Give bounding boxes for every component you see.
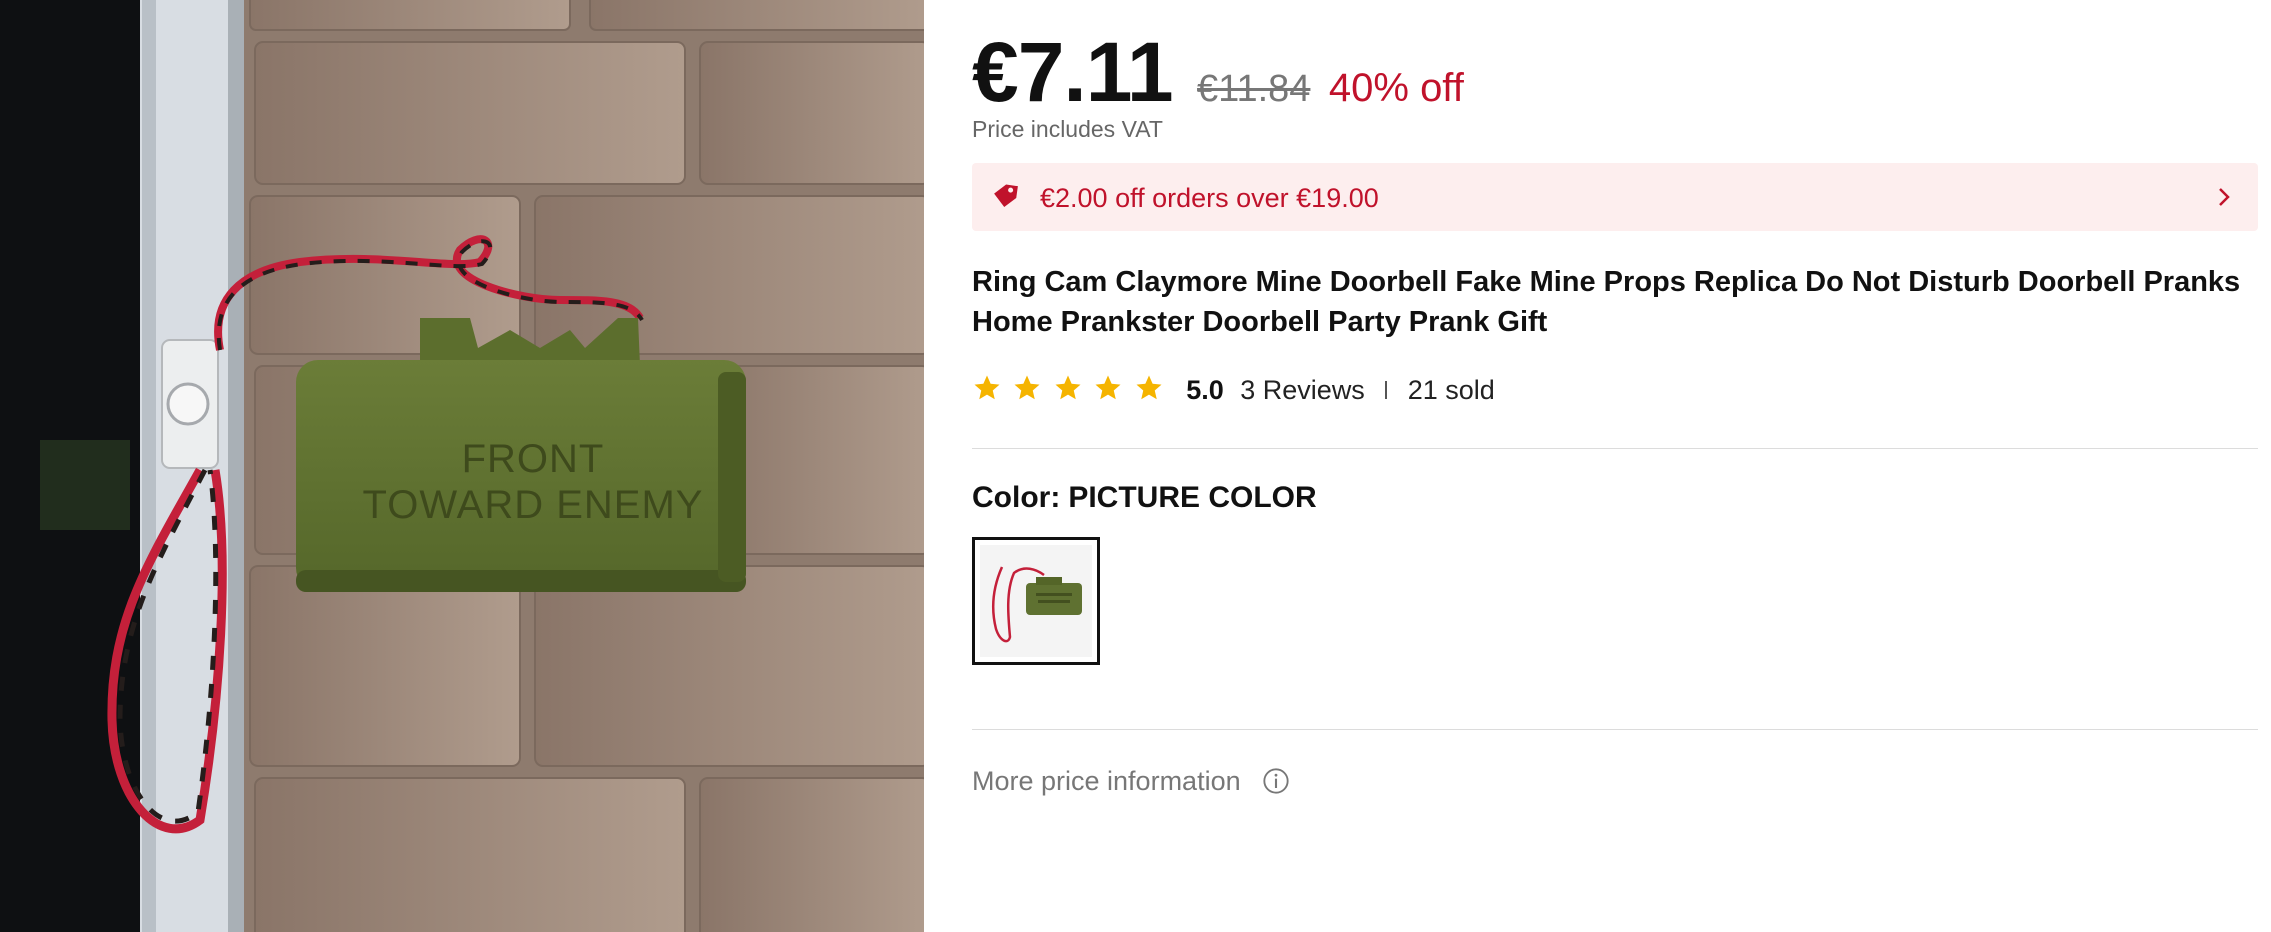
more-price-info-label: More price information bbox=[972, 766, 1241, 796]
promo-banner[interactable]: €2.00 off orders over €19.00 bbox=[972, 163, 2258, 231]
star-icon bbox=[974, 375, 1000, 400]
original-price: €11.84 bbox=[1197, 68, 1311, 110]
star-icon bbox=[1014, 375, 1040, 400]
current-price: €7.11 bbox=[972, 25, 1174, 119]
color-selector-label: Color: PICTURE COLOR bbox=[972, 481, 1317, 515]
vat-note: Price includes VAT bbox=[972, 116, 1163, 142]
info-icon bbox=[1263, 768, 1289, 794]
product-photo: FRONT TOWARD ENEMY bbox=[0, 0, 924, 932]
more-price-info-link[interactable]: More price information bbox=[972, 766, 1290, 797]
star-icon bbox=[1055, 375, 1081, 400]
product-page: FRONT TOWARD ENEMY €7.11 €11.84 40% off … bbox=[0, 0, 2271, 932]
rating-score: 5.0 bbox=[1186, 374, 1224, 405]
sold-count: 21 sold bbox=[1407, 374, 1495, 405]
price-row: €7.11 €11.84 40% off bbox=[972, 22, 1464, 122]
color-label: Color: bbox=[972, 481, 1061, 514]
embossed-text-line-2: TOWARD ENEMY bbox=[363, 483, 704, 527]
product-title: Ring Cam Claymore Mine Doorbell Fake Min… bbox=[972, 266, 2241, 338]
divider bbox=[972, 729, 2258, 730]
promo-text: €2.00 off orders over €19.00 bbox=[1040, 183, 1379, 213]
rating-row: 5.0 3 Reviews 21 sold bbox=[972, 373, 1495, 417]
color-swatch-picture-color[interactable] bbox=[972, 537, 1100, 665]
star-icon bbox=[1095, 375, 1121, 400]
product-info: €7.11 €11.84 40% off Price includes VAT … bbox=[972, 0, 2258, 932]
color-value: PICTURE COLOR bbox=[1068, 481, 1317, 514]
star-rating[interactable] bbox=[972, 373, 1170, 407]
divider bbox=[972, 448, 2258, 449]
reviews-link[interactable]: 3 Reviews bbox=[1240, 375, 1365, 406]
star-icon bbox=[1136, 375, 1162, 400]
embossed-text-line-1: FRONT bbox=[462, 437, 605, 481]
chevron-right-icon bbox=[2219, 188, 2230, 206]
tag-icon bbox=[994, 184, 1018, 207]
swatch-thumbnail bbox=[980, 545, 1092, 657]
discount-label: 40% off bbox=[1328, 66, 1464, 110]
separator bbox=[1385, 381, 1388, 399]
product-image[interactable]: FRONT TOWARD ENEMY bbox=[0, 0, 924, 932]
